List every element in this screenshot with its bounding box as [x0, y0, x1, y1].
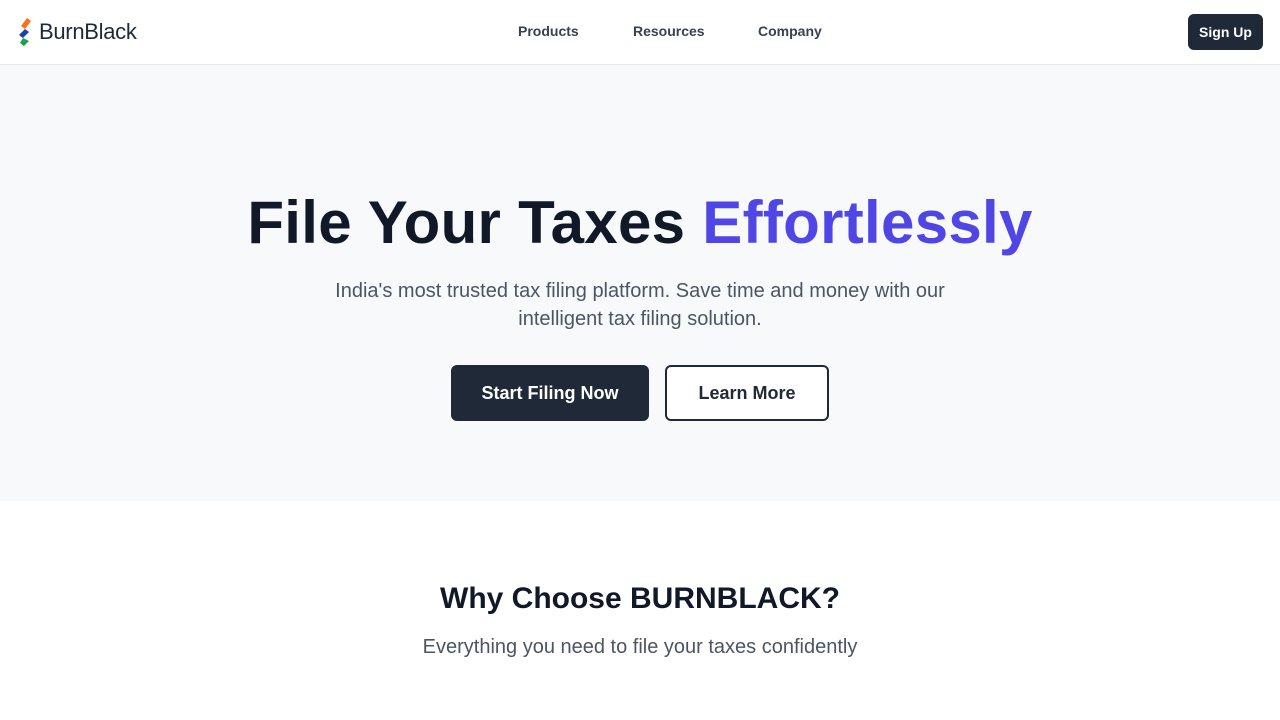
navbar: BurnBlack Products Resources Company Sig… — [0, 0, 1280, 65]
hero-section: File Your Taxes Effortlessly India's mos… — [0, 65, 1280, 501]
features-title: Why Choose BURNBLACK? — [440, 582, 840, 615]
features-subtitle: Everything you need to file your taxes c… — [422, 636, 858, 658]
start-filing-button[interactable]: Start Filing Now — [451, 365, 649, 421]
learn-more-button[interactable]: Learn More — [665, 365, 829, 421]
nav-link-products[interactable]: Products — [518, 23, 579, 39]
nav-link-company[interactable]: Company — [758, 23, 822, 39]
nav-link-resources[interactable]: Resources — [633, 23, 705, 39]
hero-title: File Your Taxes Effortlessly — [0, 187, 1280, 259]
hero-title-accent: Effortlessly — [702, 189, 1033, 256]
sign-up-button[interactable]: Sign Up — [1188, 14, 1263, 50]
hero-title-main: File Your Taxes — [247, 189, 703, 256]
main-nav: Products Resources Company — [0, 0, 1280, 64]
hero-subtitle: India's most trusted tax filing platform… — [335, 280, 945, 330]
